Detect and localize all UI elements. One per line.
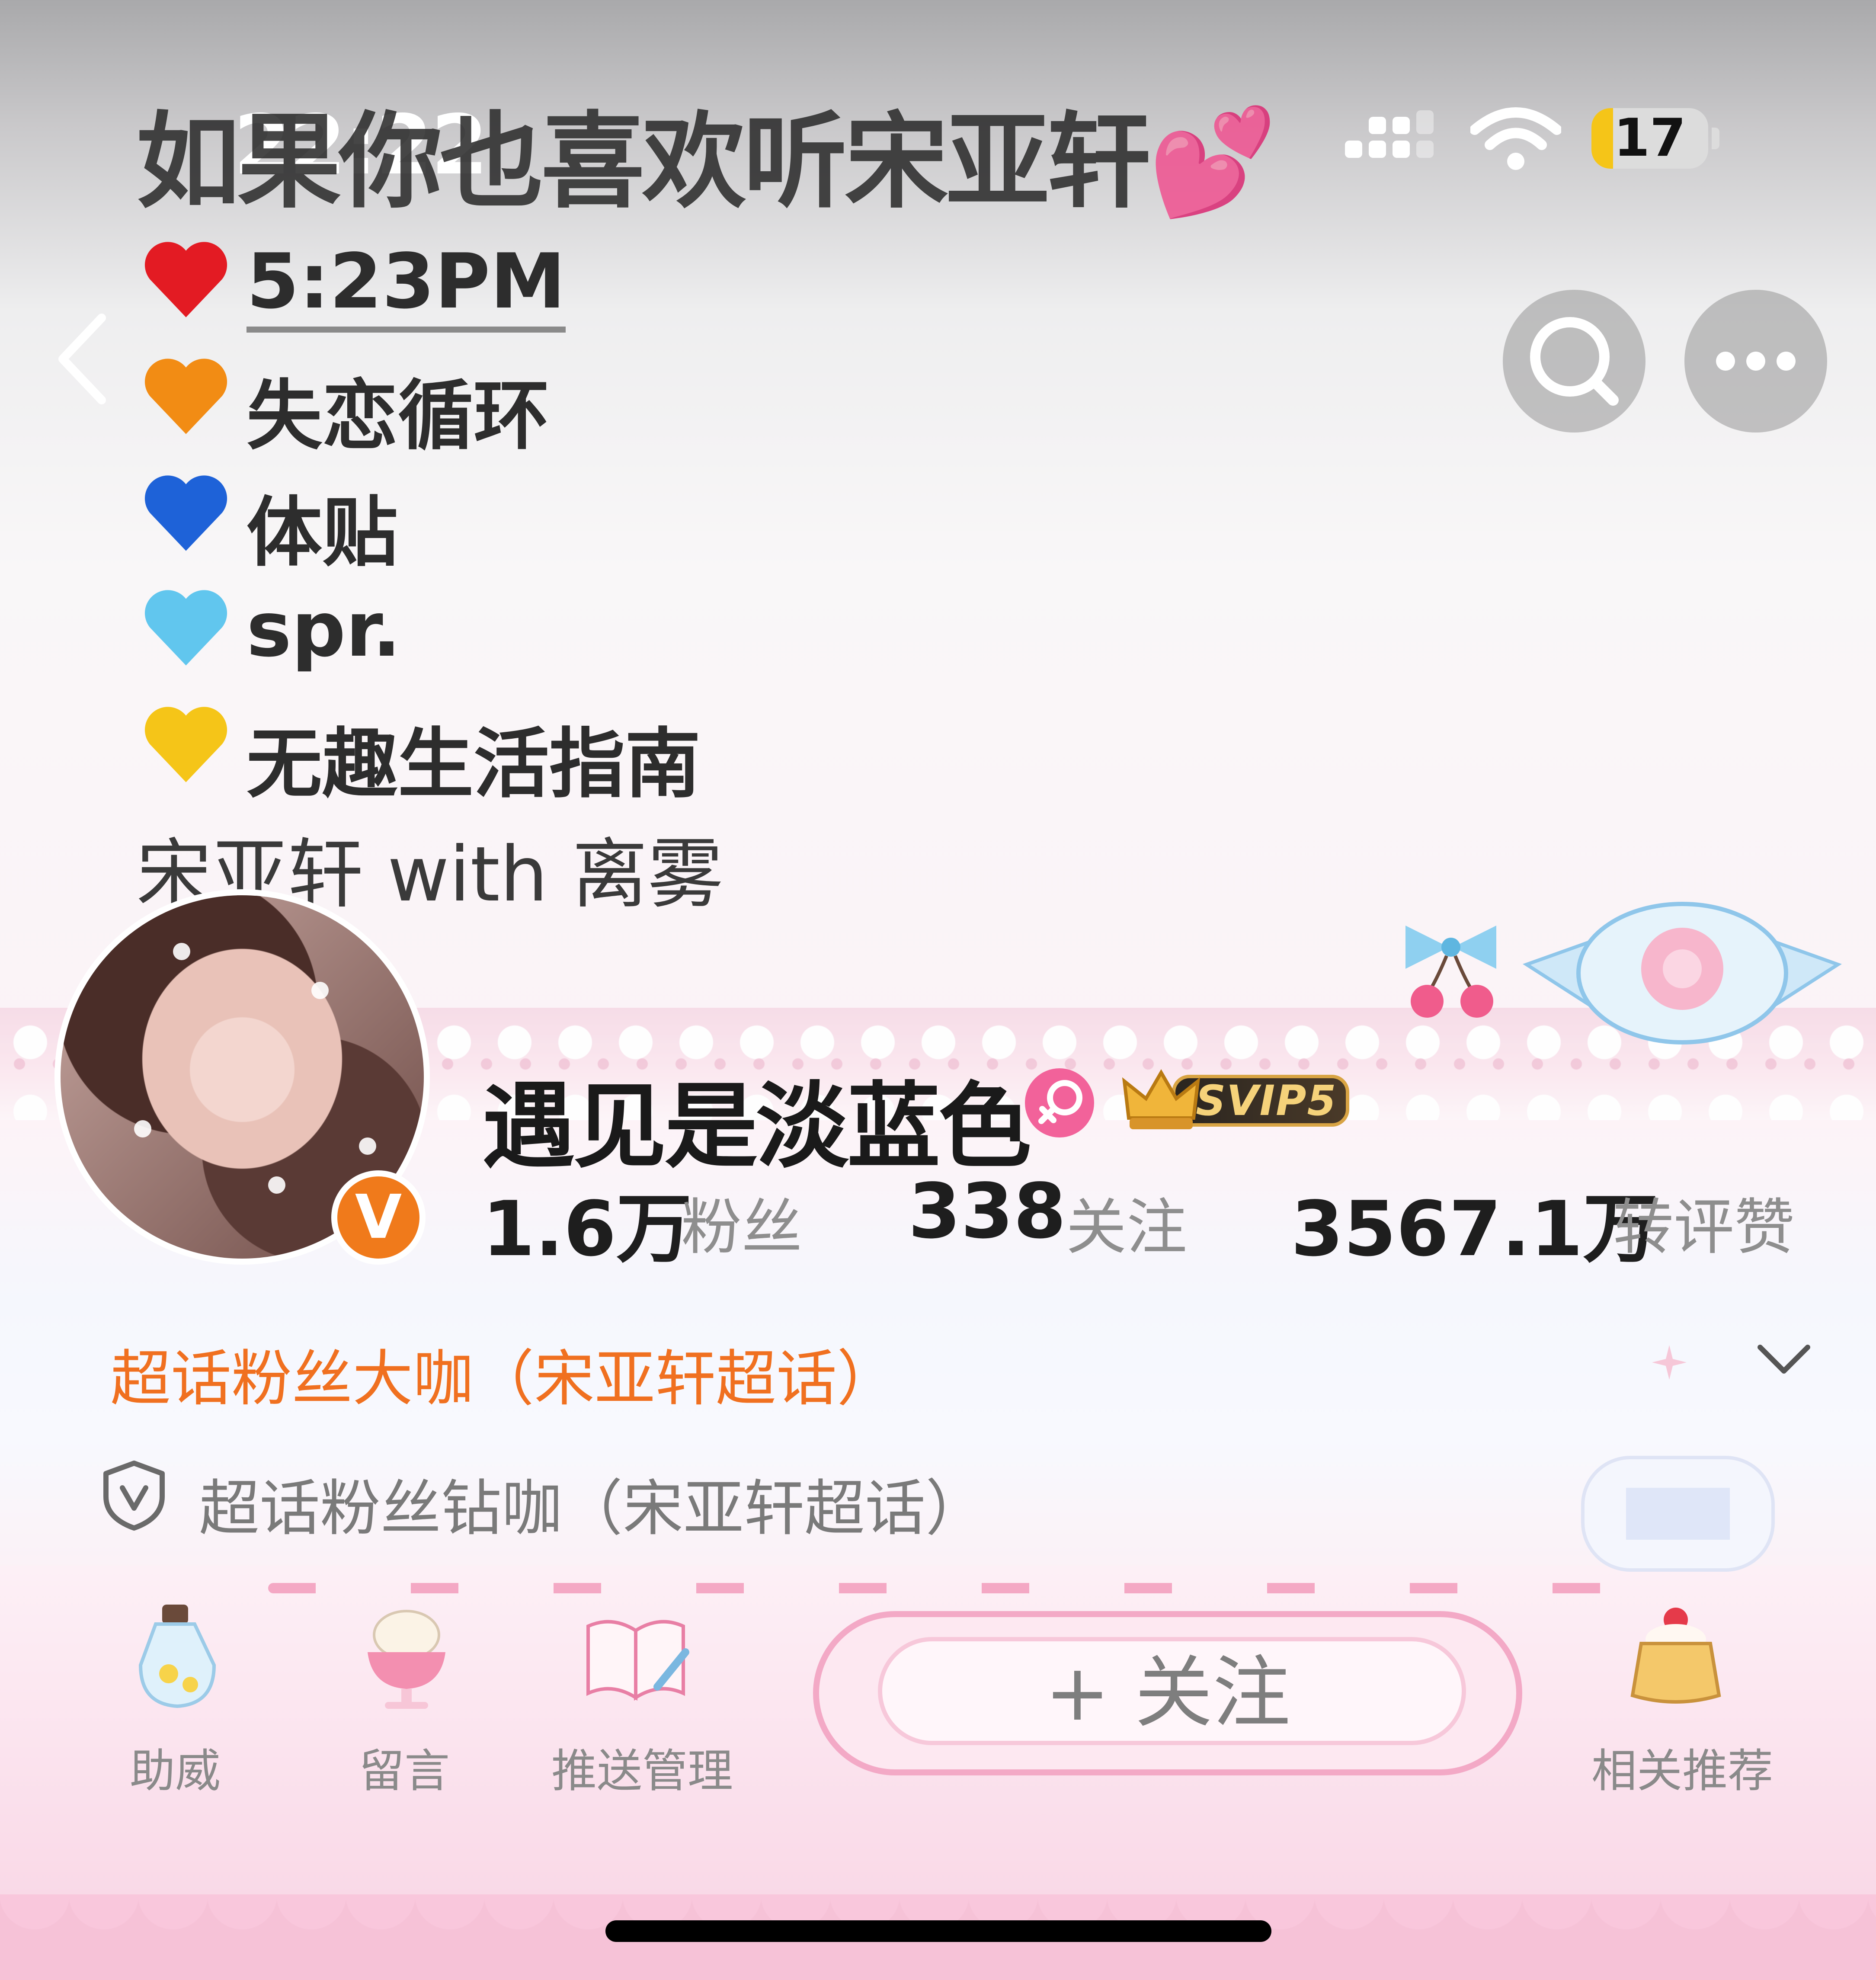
follow-button[interactable]: + 关注 xyxy=(813,1611,1522,1775)
candy-sticker xyxy=(1522,902,1842,1044)
following-label[interactable]: 关注 xyxy=(1066,1179,1187,1266)
bottle-icon xyxy=(138,1605,216,1708)
engagement-label[interactable]: 转评赞 xyxy=(1613,1179,1795,1266)
battery-level: 17 xyxy=(1613,108,1686,168)
sparkle-decoration xyxy=(311,982,329,999)
song-title: 失恋循环 xyxy=(247,372,549,460)
push-settings-label: 推送管理 xyxy=(551,1745,733,1797)
fan-title[interactable]: 超话粉丝大咖（宋亚轩超话） xyxy=(110,1330,897,1417)
cover-title: 如果你也喜欢听宋亚轩💕 xyxy=(136,101,1277,222)
pillow-sticker xyxy=(1581,1456,1775,1572)
push-settings-button[interactable]: 推送管理 xyxy=(551,1600,733,1804)
blue-heart-icon xyxy=(144,475,227,551)
light-blue-heart-icon xyxy=(144,590,227,666)
crown-icon xyxy=(1122,1069,1201,1129)
related-recommend-button[interactable]: 相关推荐 xyxy=(1591,1600,1774,1804)
sparkle-decoration xyxy=(173,943,190,960)
search-button[interactable] xyxy=(1503,290,1646,433)
pudding-icon xyxy=(1630,1608,1721,1704)
svip-label: SVIP5 xyxy=(1196,1077,1337,1125)
followers-label[interactable]: 粉丝 xyxy=(681,1179,802,1266)
sparkle-decoration xyxy=(134,1120,151,1137)
book-icon xyxy=(586,1620,689,1701)
song-title: 5:23PM xyxy=(247,238,566,333)
svip-badge[interactable]: SVIP5 xyxy=(1120,1062,1349,1135)
song-title: spr. xyxy=(247,586,401,674)
related-recommend-label: 相关推荐 xyxy=(1591,1745,1774,1797)
chevron-down-icon[interactable] xyxy=(1756,1341,1812,1380)
shield-icon xyxy=(103,1461,165,1531)
song-title-text: 5:23PM xyxy=(247,238,566,333)
red-heart-icon xyxy=(144,242,227,317)
sparkle-decoration xyxy=(359,1137,376,1155)
sparkle-decoration xyxy=(1652,1345,1687,1380)
female-icon xyxy=(1025,1068,1094,1137)
message-label: 留言 xyxy=(359,1745,450,1797)
verified-icon: V xyxy=(337,1176,419,1259)
wifi-icon xyxy=(1470,107,1561,170)
follow-label: + 关注 xyxy=(1044,1648,1291,1738)
song-title: 体贴 xyxy=(247,489,398,577)
battery-indicator: 17 xyxy=(1591,108,1708,169)
message-button[interactable]: 留言 xyxy=(322,1600,487,1804)
sparkle-decoration xyxy=(268,1176,285,1194)
song-title: 无趣生活指南 xyxy=(247,721,701,808)
cherry-bow-sticker xyxy=(1405,926,1496,1018)
username: 遇见是淡蓝色 xyxy=(482,1072,1031,1181)
battery-cap xyxy=(1712,128,1719,149)
back-icon[interactable] xyxy=(52,311,112,407)
more-icon xyxy=(1716,352,1796,371)
sundae-icon xyxy=(368,1610,445,1709)
search-icon xyxy=(1530,317,1619,406)
cellular-signal-icon xyxy=(1345,110,1436,171)
support-button[interactable]: 助威 xyxy=(93,1600,257,1804)
home-indicator[interactable] xyxy=(605,1920,1271,1942)
engagement-count[interactable]: 3567.1万 xyxy=(1291,1168,1658,1277)
orange-heart-icon xyxy=(144,359,227,434)
more-button[interactable] xyxy=(1684,290,1827,433)
followers-count[interactable]: 1.6万 xyxy=(482,1168,692,1277)
support-label: 助威 xyxy=(129,1745,221,1797)
dash-decoration xyxy=(268,1583,1652,1593)
yellow-heart-icon xyxy=(144,707,227,782)
following-count[interactable]: 338 xyxy=(908,1168,1066,1256)
fan-status-line[interactable]: 超话粉丝钻咖（宋亚轩超话） xyxy=(199,1460,986,1547)
